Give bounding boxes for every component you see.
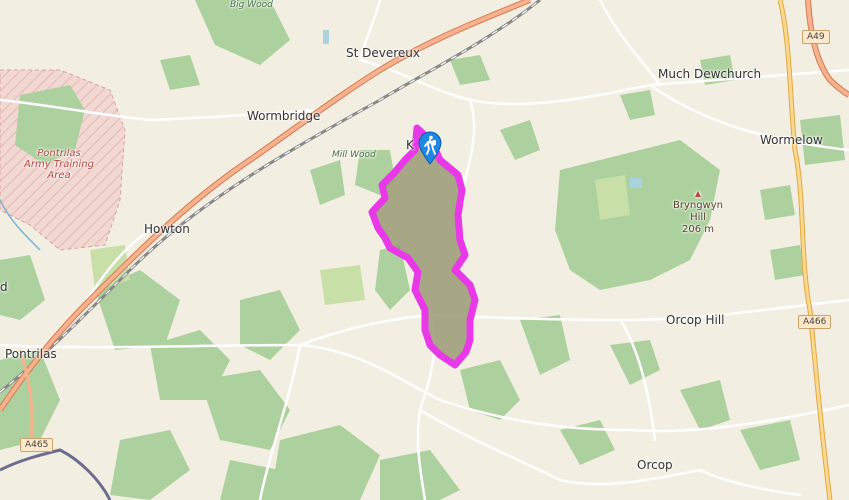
place-label-howton: Howton [144, 222, 190, 236]
road-shield-a466: A466 [798, 315, 832, 329]
route-start-marker[interactable] [418, 131, 442, 165]
place-label-kilpeck: K [406, 138, 414, 152]
map-canvas[interactable]: Big Wood St Devereux Much Dewchurch Worm… [0, 0, 849, 500]
place-label-orcop-hill: Orcop Hill [666, 313, 725, 327]
place-label-pontrilas: Pontrilas [5, 347, 57, 361]
hiker-icon [418, 131, 442, 165]
road-shield-a465: A465 [20, 438, 54, 452]
road-shield-a49: A49 [802, 30, 830, 44]
place-label-mill-wood: Mill Wood [332, 150, 376, 160]
military-area-label: Pontrilas Army Training Area [24, 148, 94, 181]
place-label-wormbridge: Wormbridge [247, 109, 321, 123]
pond [630, 178, 642, 188]
place-label-much-dewchurch: Much Dewchurch [658, 67, 762, 81]
place-label-wormelow: Wormelow [760, 133, 823, 147]
place-label-orcop: Orcop [637, 458, 673, 472]
place-label-big-wood: Big Wood [230, 0, 273, 10]
pond [323, 30, 329, 44]
place-label-edge: d [0, 280, 8, 294]
peak-label-bryngwyn-hill: ▲ Bryngwyn Hill 206 m [672, 189, 723, 235]
place-label-st-devereux: St Devereux [346, 46, 421, 60]
